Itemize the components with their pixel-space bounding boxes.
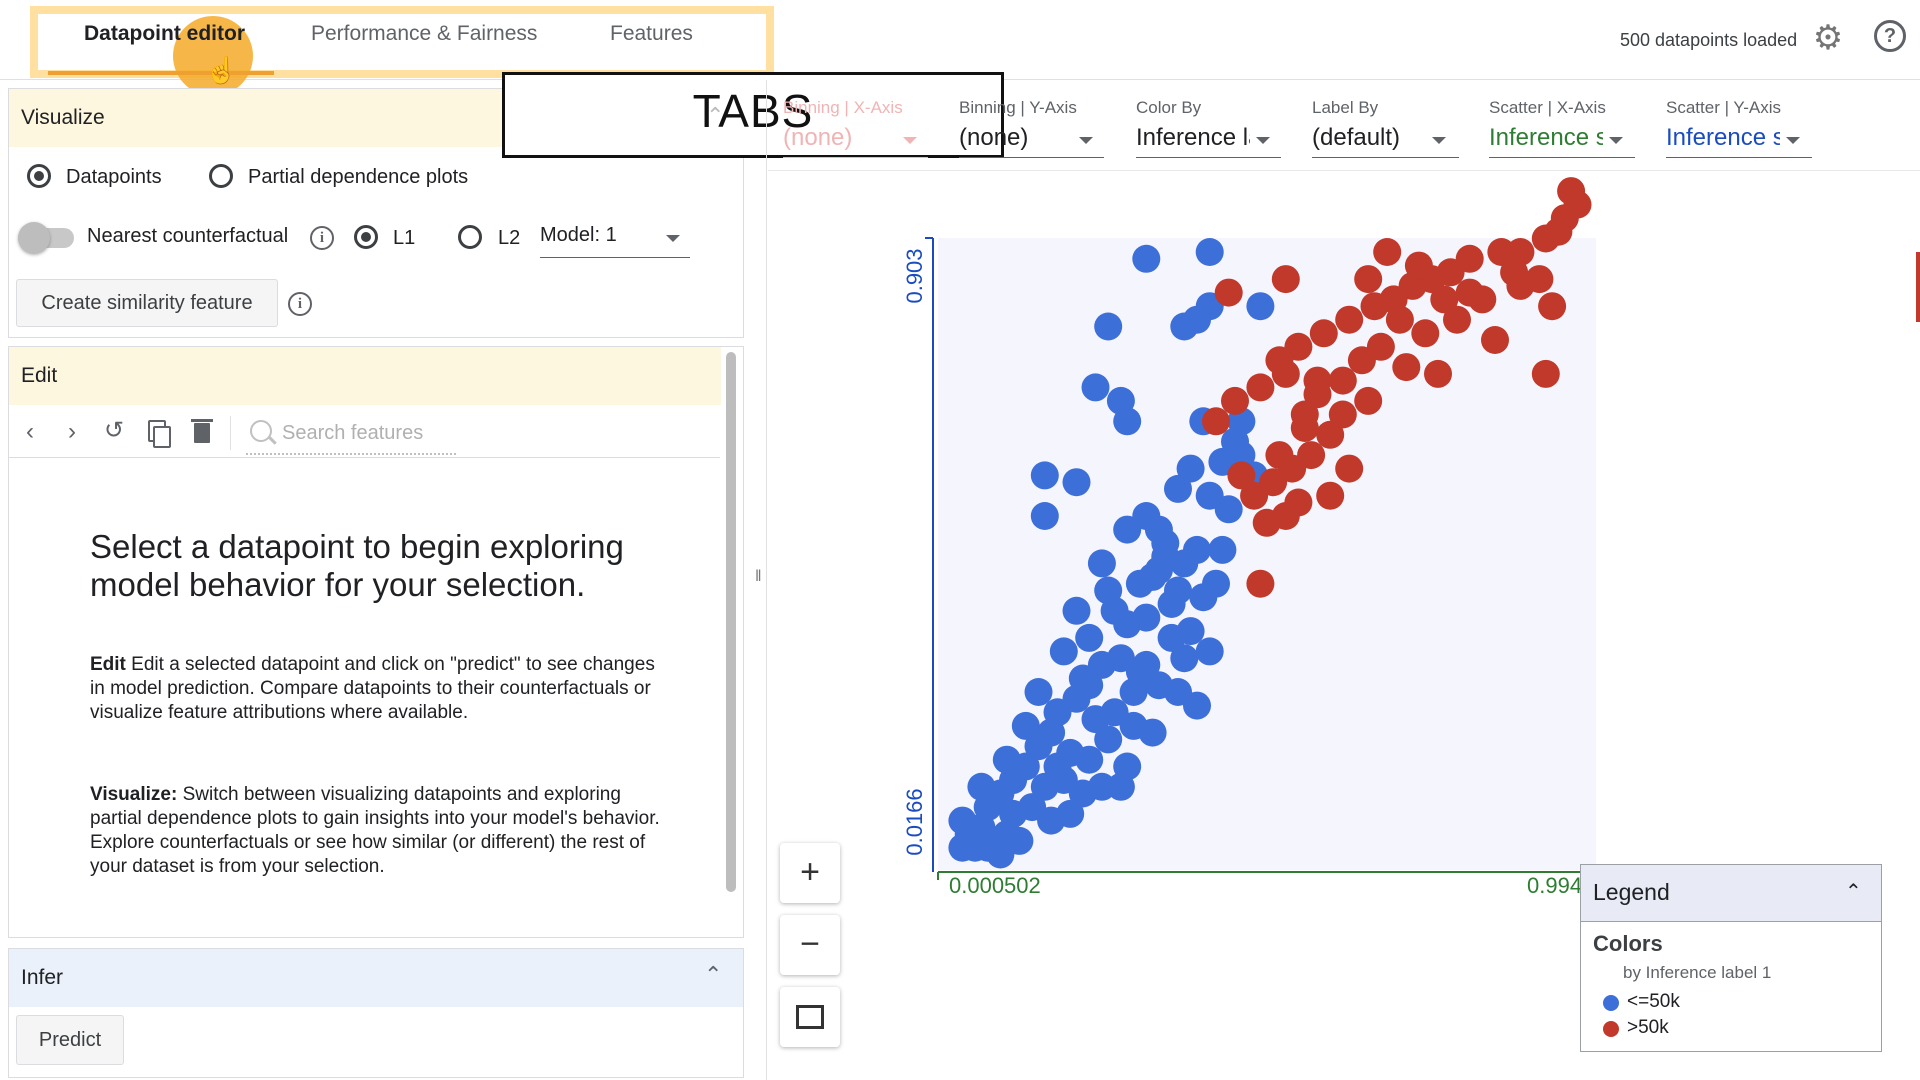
data-point-low [1132, 502, 1161, 530]
data-point-high [1360, 292, 1389, 321]
legend-item-high: >50k [1627, 1017, 1669, 1038]
data-point-low [1183, 691, 1211, 720]
data-point-high [1538, 292, 1567, 321]
data-point-low [1094, 725, 1123, 754]
data-point-low [1214, 495, 1243, 524]
data-point-low [1195, 637, 1224, 666]
data-point-low [1170, 644, 1199, 673]
legend-panel: Legend ⌃ Colors by Inference label 1 <=5… [1580, 864, 1882, 1052]
data-point-low [1132, 650, 1161, 679]
data-point-high [1500, 258, 1529, 287]
data-point-high [1455, 278, 1484, 307]
data-point-low [1030, 461, 1059, 490]
data-point-high [1424, 359, 1452, 388]
data-point-low [1094, 576, 1123, 605]
y-tick-label: 0.903 [902, 248, 927, 303]
data-point-high [1271, 502, 1300, 530]
data-point-high [1271, 265, 1300, 294]
data-point-high [1328, 366, 1357, 395]
zoom-in-button[interactable]: + [780, 843, 840, 903]
data-point-low [1183, 535, 1211, 564]
x-tick-label: 0.000502 [949, 873, 1041, 898]
data-point-high [1246, 373, 1275, 402]
data-point-low [1113, 407, 1142, 436]
data-point-low [1151, 542, 1180, 571]
data-point-high [1385, 305, 1414, 334]
fit-to-screen-button[interactable] [780, 987, 840, 1047]
data-point-low [1075, 623, 1104, 652]
data-point-low [1037, 718, 1066, 747]
data-point-low [1208, 535, 1237, 564]
data-point-low [986, 840, 1015, 869]
y-tick-label: 0.0166 [902, 788, 927, 855]
data-point-low [1138, 718, 1167, 747]
data-point-high [1246, 569, 1275, 598]
data-point-high [1309, 319, 1338, 348]
data-point-low [1119, 678, 1148, 706]
data-point-low [1056, 799, 1085, 828]
x-tick-label: 0.994 [1527, 873, 1582, 898]
data-point-high [1271, 359, 1300, 388]
data-point-high [1531, 224, 1560, 253]
edge-marker [1916, 252, 1920, 322]
data-point-high [1481, 326, 1509, 354]
data-point-high [1221, 386, 1249, 415]
data-point-high [1214, 278, 1243, 307]
data-point-high [1335, 305, 1364, 334]
data-point-high [1265, 441, 1294, 470]
data-point-high [1290, 414, 1319, 442]
data-point-low [1094, 312, 1123, 341]
data-point-high [1328, 400, 1357, 429]
data-point-low [1202, 569, 1230, 598]
data-point-low [1176, 617, 1205, 646]
data-point-high [1430, 285, 1459, 314]
data-point-low [1081, 373, 1110, 402]
data-point-high [1411, 319, 1440, 348]
data-point-high [1373, 238, 1402, 266]
data-point-low [1183, 305, 1211, 334]
legend-item-low: <=50k [1627, 991, 1680, 1012]
data-point-low [1132, 244, 1161, 273]
chevron-up-icon[interactable]: ⌃ [1845, 879, 1862, 904]
data-point-high [1354, 386, 1383, 415]
data-point-low [1087, 549, 1116, 578]
data-point-low [1030, 502, 1059, 530]
data-point-high [1354, 265, 1383, 294]
data-point-low [1043, 752, 1072, 781]
legend-title: Legend [1593, 879, 1670, 905]
legend-colors-title: Colors [1593, 931, 1663, 956]
data-point-high [1316, 481, 1345, 510]
data-point-low [967, 772, 996, 801]
data-point-low [1049, 637, 1078, 666]
data-point-low [1011, 711, 1040, 740]
fit-screen-icon [796, 1005, 824, 1029]
legend-colors-subtitle: by Inference label 1 [1623, 963, 1772, 982]
data-point-low [1157, 590, 1186, 618]
data-point-high [1404, 251, 1433, 280]
zoom-out-button[interactable]: − [780, 915, 840, 975]
data-point-high [1531, 359, 1560, 388]
data-point-high [1347, 346, 1376, 375]
data-point-low [1195, 238, 1224, 266]
legend-dot-low [1603, 995, 1619, 1011]
data-point-low [1062, 596, 1091, 625]
data-point-high [1303, 366, 1332, 395]
data-point-low [1132, 603, 1161, 632]
data-point-low [948, 806, 977, 835]
data-point-low [1106, 772, 1135, 801]
legend-dot-high [1603, 1021, 1619, 1037]
data-point-low [1176, 454, 1205, 483]
data-point-low [992, 745, 1021, 774]
data-point-low [1062, 468, 1091, 497]
data-point-high [1227, 461, 1256, 490]
data-point-low [1246, 292, 1275, 321]
data-point-low [1075, 671, 1104, 700]
data-point-high [1202, 407, 1230, 436]
data-point-low [1024, 678, 1053, 706]
data-point-high [1392, 353, 1421, 382]
data-point-high [1335, 454, 1364, 483]
